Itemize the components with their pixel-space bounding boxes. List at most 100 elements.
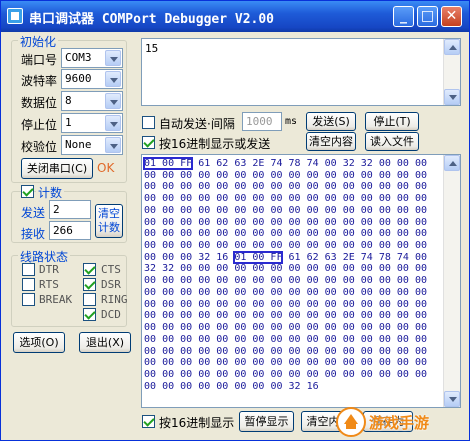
port-select-value: COM3 xyxy=(65,51,92,64)
send-textarea[interactable]: 15 xyxy=(141,38,461,106)
auto-send-checkbox[interactable] xyxy=(142,116,155,129)
send-count-field: 2 xyxy=(49,200,91,219)
title-bar[interactable]: 串口调试器 COMPort Debugger V2.00 _ □ ✕ xyxy=(1,1,469,32)
recv-count-field: 266 xyxy=(49,221,91,240)
dsr-checkbox xyxy=(83,278,96,291)
count-group-title: 计数 xyxy=(36,184,65,201)
receive-hex-line: 01 00 FF 61 62 63 2E 74 78 74 00 32 32 0… xyxy=(142,157,427,170)
count-checkbox[interactable] xyxy=(21,185,34,198)
receive-hex-line: 00 00 00 00 00 00 00 00 00 00 00 00 00 0… xyxy=(144,240,427,252)
pause-display-button[interactable]: 暂停显示 xyxy=(239,411,294,432)
minimize-button[interactable]: _ xyxy=(393,6,414,27)
send-text: 15 xyxy=(145,42,159,55)
dtr-checkbox[interactable] xyxy=(22,263,35,276)
receive-hex-line: 00 00 00 00 00 00 00 00 00 00 00 00 00 0… xyxy=(144,286,427,298)
chevron-down-icon[interactable] xyxy=(105,93,121,109)
receive-hex-line: 00 00 00 00 00 00 00 00 00 00 00 00 00 0… xyxy=(144,193,427,205)
stopbits-label: 停止位 xyxy=(21,118,58,132)
receive-hex-line: 00 00 00 32 16 01 00 FF 61 62 63 2E 74 7… xyxy=(144,250,427,264)
parity-select[interactable]: None xyxy=(61,135,123,155)
cts-label: CTS xyxy=(101,263,121,276)
receive-hex-line: 00 00 00 00 00 00 00 00 00 00 00 00 00 0… xyxy=(144,181,427,193)
chevron-down-icon[interactable] xyxy=(105,115,121,131)
chevron-down-icon[interactable] xyxy=(105,137,121,153)
send-button[interactable]: 发送(S) xyxy=(306,112,356,131)
break-label: BREAK xyxy=(39,293,73,306)
receive-area[interactable]: 01 00 FF 61 62 63 2E 74 78 74 00 32 32 0… xyxy=(141,154,461,408)
options-button[interactable]: 选项(O) xyxy=(13,332,65,353)
chevron-down-icon[interactable] xyxy=(105,50,121,66)
clear-count-label-2: 计数 xyxy=(98,221,120,234)
scroll-down-icon[interactable] xyxy=(444,391,460,407)
chevron-down-icon[interactable] xyxy=(105,71,121,87)
receive-hex-line: 00 00 00 00 00 00 00 00 00 00 00 00 00 0… xyxy=(144,310,427,322)
scroll-down-icon[interactable] xyxy=(444,89,460,105)
close-port-button[interactable]: 关闭串口(C) xyxy=(21,158,93,179)
watermark-text: 游戏手游 xyxy=(369,414,430,432)
recv-count-value: 266 xyxy=(53,224,73,237)
receive-hex-line: 00 00 00 00 00 00 00 00 00 00 00 00 00 0… xyxy=(144,298,427,310)
send-count-label: 发送 xyxy=(21,206,46,220)
highlighted-bytes: 01 00 FF xyxy=(233,250,284,264)
parity-label: 校验位 xyxy=(21,140,58,154)
clear-send-button[interactable]: 清空内容 xyxy=(306,132,356,151)
init-group-title: 初始化 xyxy=(18,33,59,50)
receive-hex-line: 00 00 00 00 00 00 00 00 00 00 00 00 00 0… xyxy=(144,169,427,181)
hex-display-checkbox[interactable] xyxy=(142,415,155,428)
receive-scrollbar[interactable] xyxy=(443,155,460,407)
interval-field[interactable]: 1000 xyxy=(242,112,282,131)
break-checkbox[interactable] xyxy=(22,293,35,306)
send-scrollbar[interactable] xyxy=(443,39,460,105)
receive-hex-line: 00 00 00 00 00 00 00 00 00 00 00 00 00 0… xyxy=(144,345,427,357)
baud-label: 波特率 xyxy=(21,74,58,88)
receive-hex-line: 00 00 00 00 00 00 00 00 00 00 00 00 00 0… xyxy=(144,333,427,345)
read-file-button[interactable]: 读入文件 xyxy=(365,132,419,151)
parity-select-value: None xyxy=(65,138,92,151)
receive-hex-line: 00 00 00 00 00 00 00 00 00 00 00 00 00 0… xyxy=(144,322,427,334)
ring-label: RING xyxy=(101,293,128,306)
clear-count-button[interactable]: 清空 计数 xyxy=(95,204,123,238)
exit-button[interactable]: 退出(X) xyxy=(79,332,131,353)
stop-button[interactable]: 停止(T) xyxy=(365,112,419,131)
hex-send-checkbox[interactable] xyxy=(142,136,155,149)
ring-checkbox xyxy=(83,293,96,306)
port-select[interactable]: COM3 xyxy=(61,48,123,68)
baud-select-value: 9600 xyxy=(65,72,92,85)
close-button[interactable]: ✕ xyxy=(441,6,462,27)
watermark-logo: 游戏手游 xyxy=(335,406,465,438)
recv-count-label: 接收 xyxy=(21,227,46,241)
dcd-label: DCD xyxy=(101,308,121,321)
scroll-up-icon[interactable] xyxy=(444,155,460,171)
hex-send-label: 按16进制显示或发送 xyxy=(159,137,271,151)
dsr-label: DSR xyxy=(101,278,121,291)
maximize-button[interactable]: □ xyxy=(417,6,438,27)
interval-unit: ms xyxy=(285,116,298,127)
stopbits-select[interactable]: 1 xyxy=(61,113,123,133)
hex-display-label: 按16进制显示 xyxy=(159,416,235,430)
window-title: 串口调试器 COMPort Debugger V2.00 xyxy=(29,12,275,27)
app-window: 串口调试器 COMPort Debugger V2.00 _ □ ✕ 初始化 端… xyxy=(0,0,470,441)
dtr-label: DTR xyxy=(39,263,59,276)
port-status: OK xyxy=(97,161,115,175)
highlighted-bytes: 01 00 FF xyxy=(142,157,194,170)
scroll-up-icon[interactable] xyxy=(444,39,460,55)
receive-hex-line: 00 00 00 00 00 00 00 00 00 00 00 00 00 0… xyxy=(144,357,427,369)
receive-hex-line: 00 00 00 00 00 00 00 00 00 00 00 00 00 0… xyxy=(144,204,427,216)
databits-select[interactable]: 8 xyxy=(61,91,123,111)
port-label: 端口号 xyxy=(21,53,58,67)
rts-label: RTS xyxy=(39,278,59,291)
auto-send-label: 自动发送·间隔 xyxy=(159,117,235,131)
baud-select[interactable]: 9600 xyxy=(61,69,123,89)
receive-hex-line: 00 00 00 00 00 00 00 00 00 00 00 00 00 0… xyxy=(144,368,427,380)
stopbits-select-value: 1 xyxy=(65,116,72,129)
cts-checkbox xyxy=(83,263,96,276)
send-count-value: 2 xyxy=(53,203,60,216)
receive-hex-line: 00 00 00 00 00 00 00 00 32 16 xyxy=(144,380,319,392)
clear-count-label-1: 清空 xyxy=(98,207,120,220)
databits-label: 数据位 xyxy=(21,96,58,110)
interval-value: 1000 xyxy=(246,115,273,128)
rts-checkbox[interactable] xyxy=(22,278,35,291)
dcd-checkbox xyxy=(83,308,96,321)
receive-hex-text: 01 00 FF 61 62 63 2E 74 78 74 00 32 32 0… xyxy=(142,157,427,392)
app-icon xyxy=(7,8,23,24)
